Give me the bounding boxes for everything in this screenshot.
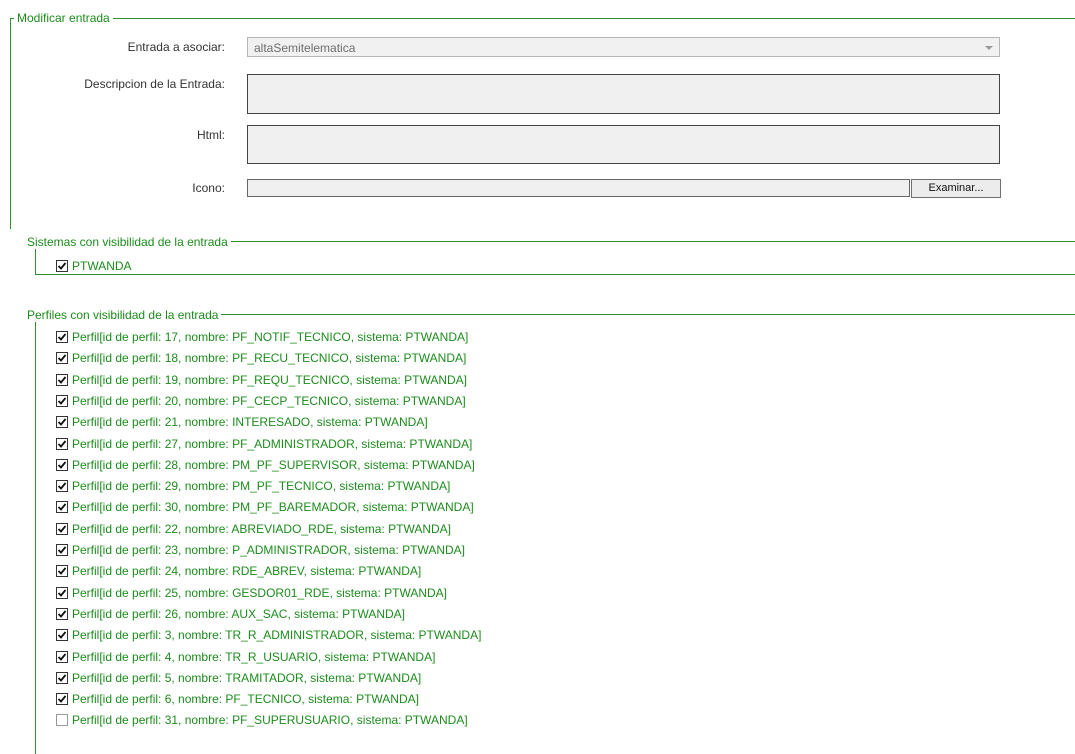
profile-item-label: Perfil[id de perfil: 18, nombre: PF_RECU…: [72, 351, 467, 366]
checkmark-icon: [57, 397, 67, 405]
profile-item-checkbox[interactable]: [56, 650, 68, 663]
icono-file-input[interactable]: [247, 179, 910, 197]
profile-item-checkbox[interactable]: [56, 565, 68, 578]
checkmark-icon: [57, 482, 67, 490]
profile-item-checkbox[interactable]: [56, 352, 68, 365]
profile-item-label: Perfil[id de perfil: 27, nombre: PF_ADMI…: [72, 436, 473, 451]
checkmark-icon: [57, 589, 67, 597]
system-item-checkbox[interactable]: [56, 260, 68, 272]
profile-item-checkbox[interactable]: [56, 458, 68, 471]
profile-item-checkbox[interactable]: [56, 437, 68, 450]
profile-item-label: Perfil[id de perfil: 19, nombre: PF_REQU…: [72, 372, 467, 387]
profile-item-checkbox[interactable]: [56, 586, 68, 599]
perfiles-legend: Perfiles con visibilidad de la entrada: [24, 308, 222, 322]
html-label: Html:: [197, 128, 225, 142]
profile-item-label: Perfil[id de perfil: 31, nombre: PF_SUPE…: [72, 713, 468, 728]
examinar-button[interactable]: Examinar...: [911, 179, 1001, 198]
checkmark-icon: [57, 503, 67, 512]
checkmark-icon: [57, 418, 67, 427]
profile-item-label: Perfil[id de perfil: 26, nombre: AUX_SAC…: [72, 606, 406, 621]
icono-label: Icono:: [192, 181, 225, 195]
checkmark-icon: [57, 695, 67, 703]
profile-item-label: Perfil[id de perfil: 22, nombre: ABREVIA…: [72, 521, 452, 536]
profile-item-label: Perfil[id de perfil: 6, nombre: PF_TECNI…: [72, 692, 419, 707]
system-item-label: PTWANDA: [72, 259, 132, 273]
checkmark-icon: [57, 674, 67, 682]
html-textarea[interactable]: [247, 125, 1000, 164]
sistemas-legend: Sistemas con visibilidad de la entrada: [24, 235, 231, 249]
entrada-select-value: altaSemitelematica: [254, 41, 356, 55]
checkmark-icon: [57, 439, 67, 448]
checkmark-icon: [57, 546, 67, 554]
profile-item-checkbox[interactable]: [56, 544, 68, 556]
profile-item-label: Perfil[id de perfil: 20, nombre: PF_CECP…: [72, 393, 466, 408]
descripcion-textarea[interactable]: [247, 74, 1000, 114]
checkmark-icon: [57, 652, 67, 661]
profile-item-checkbox[interactable]: [56, 671, 68, 684]
profile-item-label: Perfil[id de perfil: 29, nombre: PM_PF_T…: [72, 479, 451, 494]
profile-item-label: Perfil[id de perfil: 28, nombre: PM_PF_S…: [72, 457, 475, 472]
checkmark-icon: [57, 376, 67, 384]
checkmark-icon: [57, 631, 67, 640]
profile-item-checkbox[interactable]: [56, 501, 68, 514]
profile-item-label: Perfil[id de perfil: 21, nombre: INTERES…: [72, 415, 428, 430]
profile-item-label: Perfil[id de perfil: 17, nombre: PF_NOTI…: [72, 330, 469, 344]
profile-item-checkbox[interactable]: [56, 331, 68, 343]
entrada-label: Entrada a asociar:: [127, 40, 225, 54]
entrada-select[interactable]: altaSemitelematica: [247, 37, 1000, 57]
profile-item-checkbox[interactable]: [56, 394, 68, 407]
checkmark-icon: [57, 262, 67, 270]
profile-item-checkbox[interactable]: [56, 480, 68, 493]
chevron-down-icon: [985, 46, 993, 50]
modificar-entrada-legend: Modificar entrada: [14, 11, 113, 25]
profile-item-label: Perfil[id de perfil: 30, nombre: PM_PF_B…: [72, 500, 474, 515]
descripcion-label: Descripcion de la Entrada:: [84, 77, 225, 91]
checkmark-icon: [57, 525, 67, 533]
profile-item-checkbox[interactable]: [56, 693, 68, 706]
profile-item-label: Perfil[id de perfil: 5, nombre: TRAMITAD…: [72, 670, 422, 685]
checkmark-icon: [57, 461, 67, 469]
checkmark-icon: [57, 333, 67, 341]
profile-item-checkbox[interactable]: [56, 714, 68, 727]
profile-item-label: Perfil[id de perfil: 3, nombre: TR_R_ADM…: [72, 628, 482, 643]
profile-item-checkbox[interactable]: [56, 607, 68, 620]
profile-item-checkbox[interactable]: [56, 416, 68, 429]
profile-item-checkbox[interactable]: [56, 373, 68, 386]
profile-item-label: Perfil[id de perfil: 4, nombre: TR_R_USU…: [72, 649, 436, 664]
checkmark-icon: [57, 354, 67, 363]
profile-item-checkbox[interactable]: [56, 522, 68, 535]
profile-item-label: Perfil[id de perfil: 25, nombre: GESDOR0…: [72, 585, 448, 600]
profile-item-checkbox[interactable]: [56, 629, 68, 642]
checkmark-icon: [57, 610, 67, 618]
profile-item-label: Perfil[id de perfil: 23, nombre: P_ADMIN…: [72, 543, 465, 557]
checkmark-icon: [57, 567, 67, 576]
profile-item-label: Perfil[id de perfil: 24, nombre: RDE_ABR…: [72, 564, 422, 579]
